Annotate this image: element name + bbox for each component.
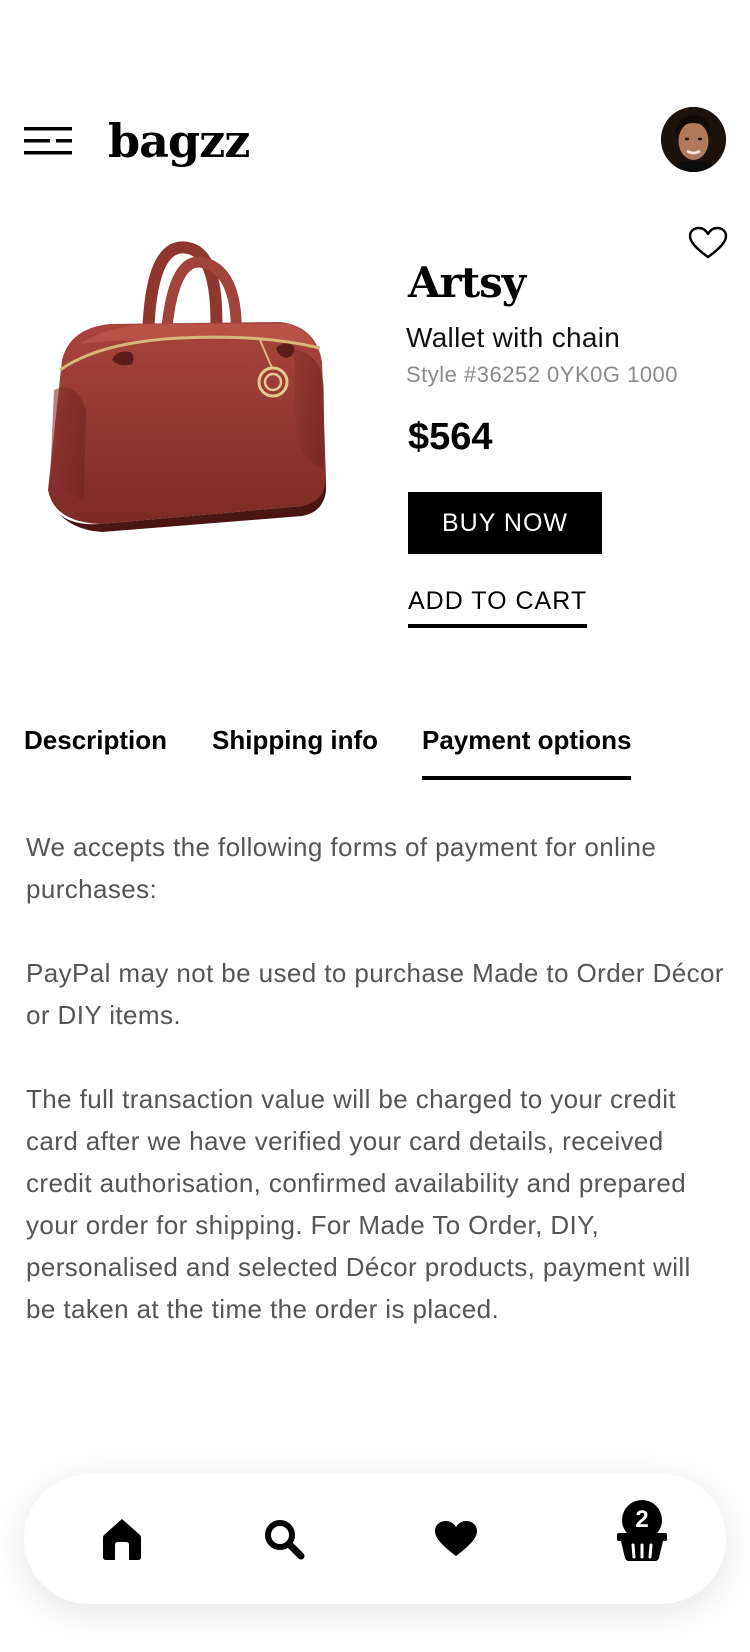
- content-paragraph: The full transaction value will be charg…: [26, 1084, 691, 1324]
- product-price: $564: [408, 416, 493, 458]
- product-style-number: Style #36252 0YK0G 1000: [406, 362, 679, 387]
- product-tabs: Description Shipping info Payment option…: [24, 718, 632, 780]
- app-header: bagzz: [0, 105, 750, 175]
- app-logo[interactable]: bagzz: [108, 113, 250, 169]
- handbag-image: [40, 240, 350, 550]
- tab-description[interactable]: Description: [24, 718, 212, 780]
- tab-shipping-info[interactable]: Shipping info: [212, 718, 422, 780]
- heart-icon[interactable]: [426, 1474, 486, 1604]
- cart-count-badge: 2: [622, 1500, 662, 1540]
- content-paragraph: We accepts the following forms of paymen…: [26, 832, 657, 904]
- tab-content: We accepts the following forms of paymen…: [26, 826, 726, 1330]
- content-paragraph: PayPal may not be used to purchase Made …: [26, 958, 724, 1030]
- bottom-navigation: [24, 1474, 726, 1604]
- user-avatar[interactable]: [661, 107, 726, 172]
- buy-now-button[interactable]: BUY NOW: [408, 492, 602, 554]
- menu-icon[interactable]: [24, 125, 72, 157]
- product-name: Artsy: [408, 258, 526, 307]
- product-subtitle: Wallet with chain: [406, 322, 621, 353]
- wishlist-heart-icon[interactable]: [688, 226, 728, 260]
- tab-payment-options[interactable]: Payment options: [422, 718, 632, 780]
- home-icon[interactable]: [92, 1474, 152, 1604]
- search-icon[interactable]: [254, 1474, 314, 1604]
- add-to-cart-button[interactable]: ADD TO CART: [408, 582, 588, 628]
